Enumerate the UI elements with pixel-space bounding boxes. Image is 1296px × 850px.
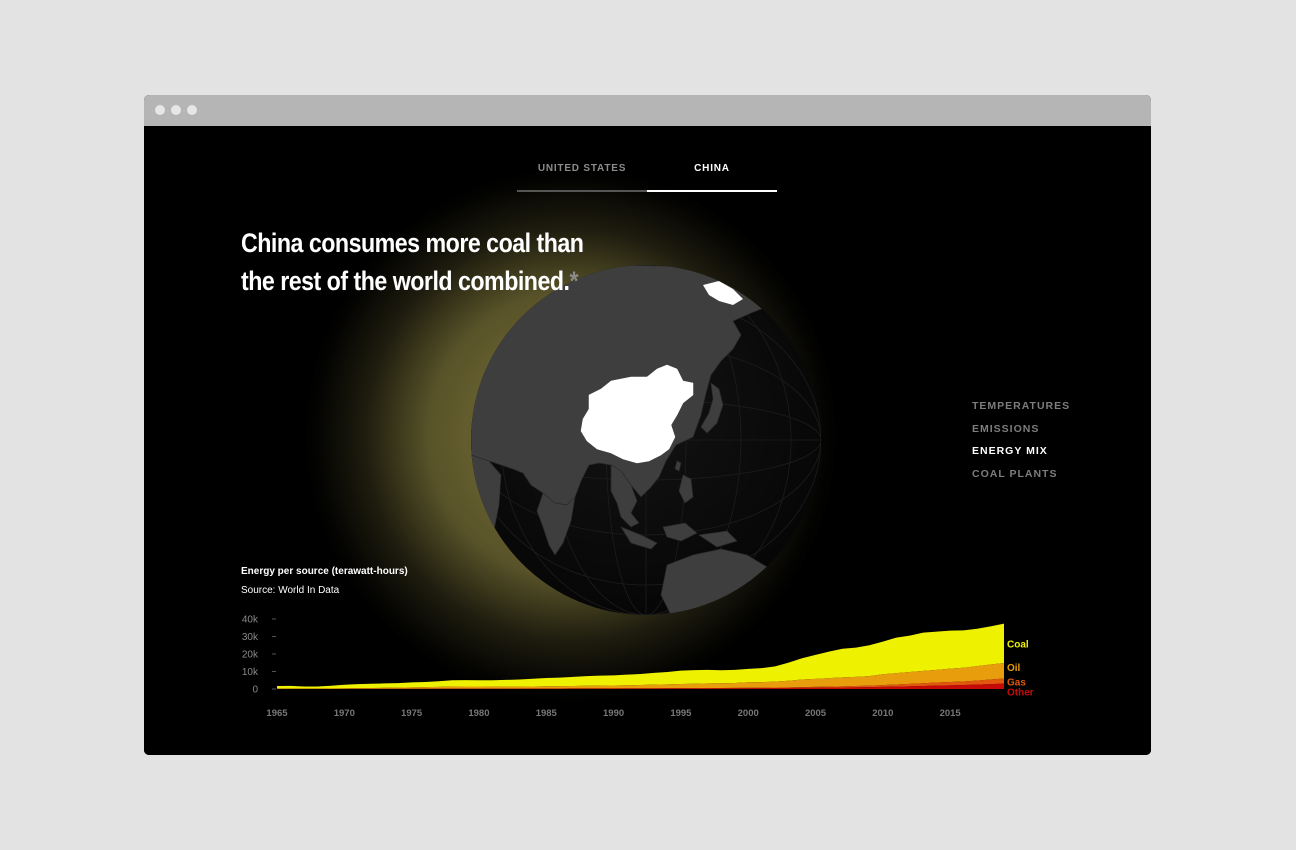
page-stage: UNITED STATES CHINA China consumes more … (144, 126, 1151, 755)
y-tick-label: 30k (242, 632, 259, 643)
x-tick-label: 1980 (468, 708, 489, 719)
x-tick-label: 1975 (401, 708, 423, 719)
x-tick-label: 1965 (266, 708, 288, 719)
window-maximize-dot[interactable] (187, 105, 197, 115)
x-tick-label: 2005 (805, 708, 827, 719)
y-tick-label: 10k (242, 667, 259, 678)
y-tick-label: 0 (252, 685, 258, 696)
energy-area-chart: 40k 30k 20k 10k 0 1965 1970 1975 1980 1985 1990 199… (242, 615, 1034, 720)
x-tick-label: 2010 (872, 708, 893, 719)
x-tick-label: 2000 (738, 708, 759, 719)
legend-label-other: Other (1007, 688, 1034, 699)
window-close-dot[interactable] (155, 105, 165, 115)
legend-label-oil: Oil (1007, 663, 1021, 674)
x-tick-label: 1995 (670, 708, 692, 719)
x-tick-label: 1990 (603, 708, 624, 719)
y-tick-label: 20k (242, 650, 259, 661)
y-tick-label: 40k (242, 615, 259, 626)
window-titlebar (144, 95, 1151, 126)
window-minimize-dot[interactable] (171, 105, 181, 115)
browser-window: UNITED STATES CHINA China consumes more … (144, 95, 1151, 755)
legend-label-coal: Coal (1007, 639, 1029, 650)
x-tick-label: 1970 (334, 708, 355, 719)
x-tick-label: 1985 (536, 708, 558, 719)
x-tick-label: 2015 (940, 708, 962, 719)
